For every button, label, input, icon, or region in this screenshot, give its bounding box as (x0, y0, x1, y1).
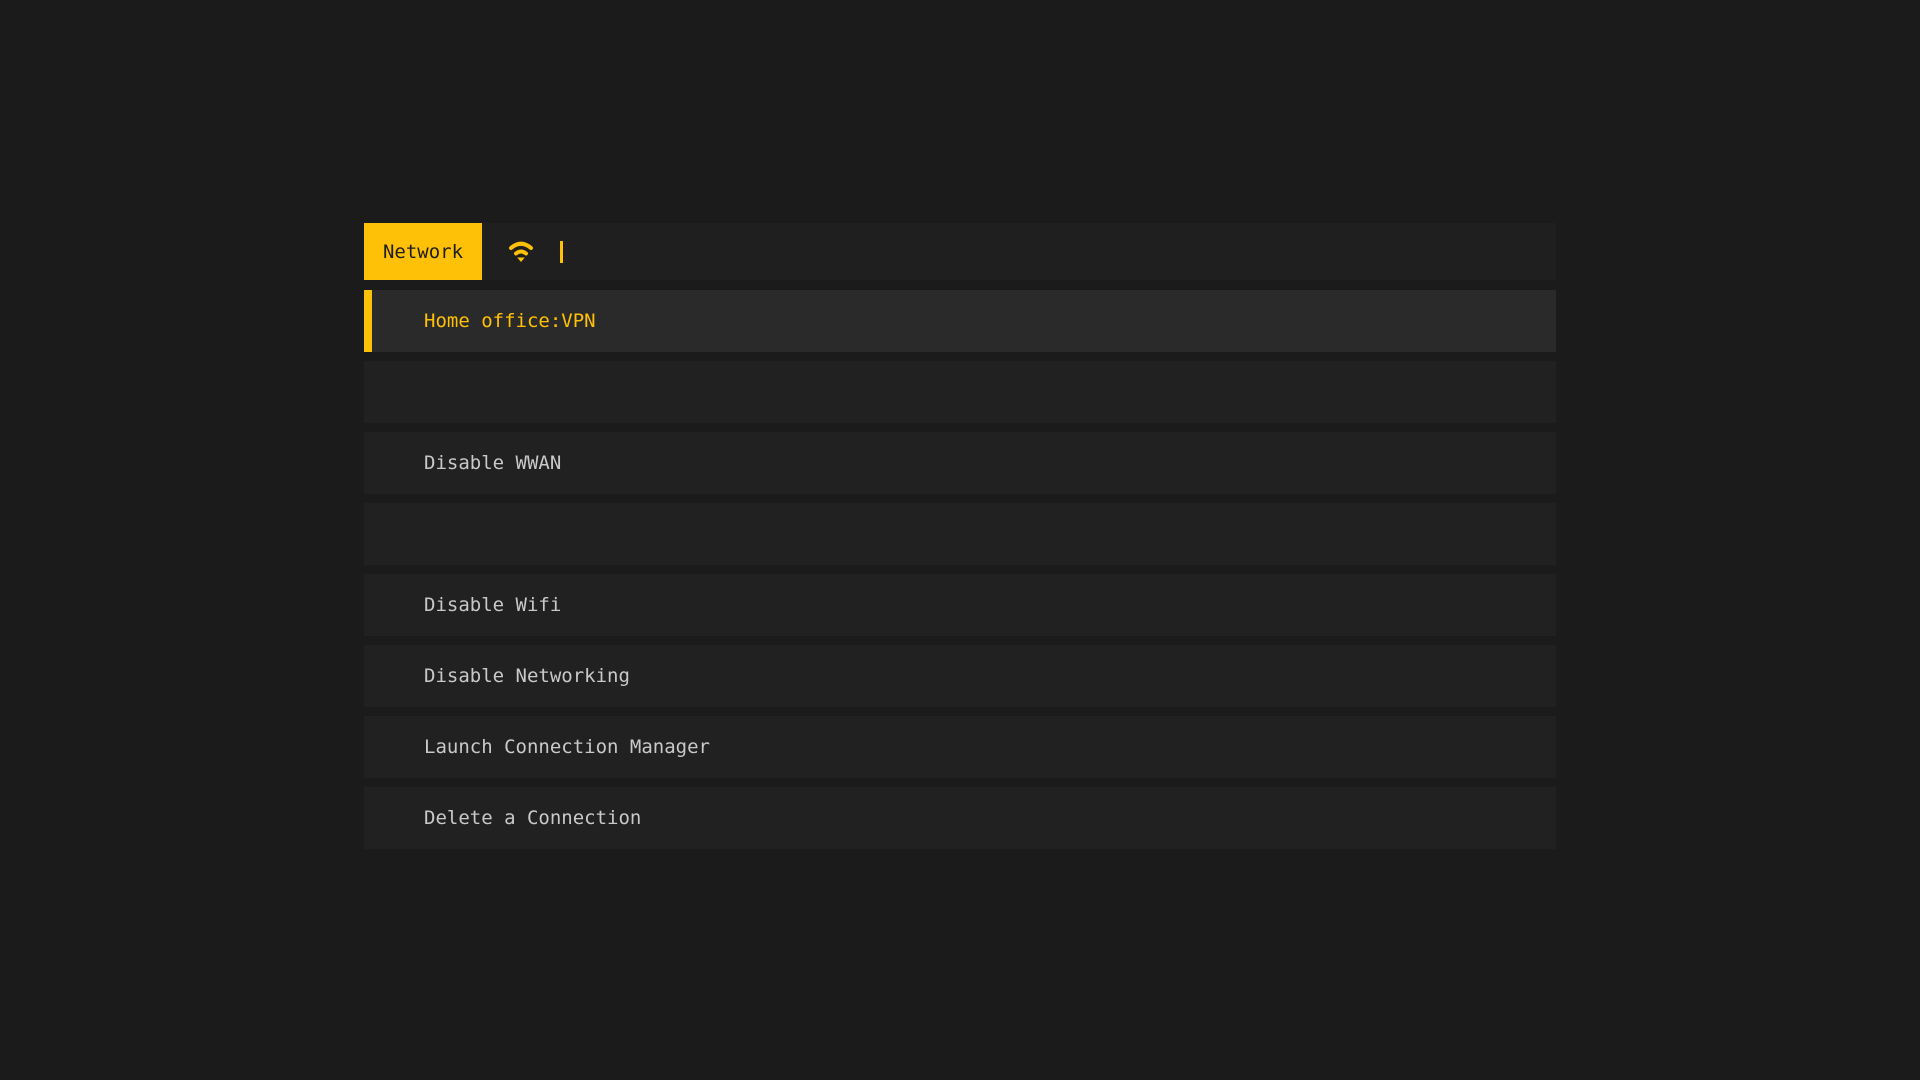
menu-item-label: Disable WWAN (424, 452, 561, 474)
network-menu-window: Network Home office:VPN Disable WWAN D (364, 223, 1556, 849)
network-prompt-label: Network (364, 223, 482, 280)
menu-item-label: Disable Networking (424, 665, 630, 687)
menu-item-label: Launch Connection Manager (424, 736, 710, 758)
text-cursor (560, 241, 563, 263)
menu-item-disable-wwan[interactable]: Disable WWAN (364, 432, 1556, 494)
menu-list: Home office:VPN Disable WWAN Disable Wif… (364, 290, 1556, 849)
prompt-bar: Network (364, 223, 1556, 280)
menu-item-disable-wifi[interactable]: Disable Wifi (364, 574, 1556, 636)
menu-item-label: Home office:VPN (424, 310, 596, 332)
menu-item-home-office-vpn[interactable]: Home office:VPN (364, 290, 1556, 352)
desktop-background: { "colors": { "accent": "#ffc107", "page… (0, 0, 1920, 1080)
menu-item-empty[interactable] (364, 361, 1556, 423)
menu-item-label: Delete a Connection (424, 807, 641, 829)
menu-item-delete-a-connection[interactable]: Delete a Connection (364, 787, 1556, 849)
menu-item-empty[interactable] (364, 503, 1556, 565)
selection-indicator-bar (364, 290, 372, 352)
wifi-icon (508, 241, 534, 262)
menu-item-label: Disable Wifi (424, 594, 561, 616)
menu-item-launch-connection-manager[interactable]: Launch Connection Manager (364, 716, 1556, 778)
search-input[interactable] (482, 223, 1556, 280)
menu-item-disable-networking[interactable]: Disable Networking (364, 645, 1556, 707)
